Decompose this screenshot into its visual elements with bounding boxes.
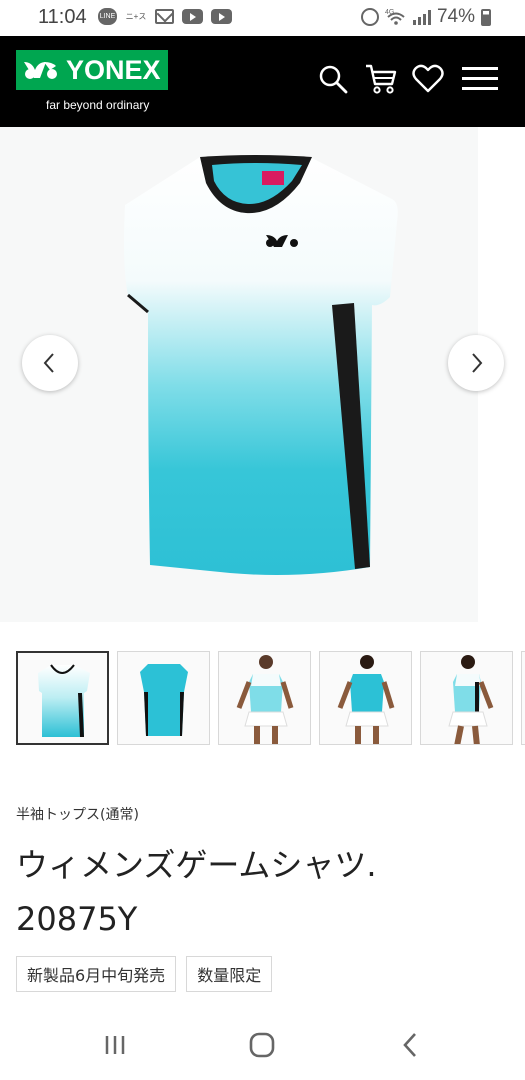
thumbnail-shirt-back[interactable] bbox=[117, 651, 210, 745]
yonex-mark-icon bbox=[24, 62, 57, 79]
tag-new-release: 新製品6月中旬発売 bbox=[16, 956, 177, 992]
back-button[interactable] bbox=[390, 1028, 430, 1062]
status-time: 11:04 bbox=[38, 6, 87, 28]
cart-button[interactable] bbox=[364, 62, 398, 96]
chevron-right-icon bbox=[472, 353, 483, 373]
system-icons: 4G 74% bbox=[360, 6, 491, 28]
site-header: YONEX far beyond ordinary bbox=[0, 36, 525, 127]
menu-icon bbox=[462, 67, 498, 91]
alarm-icon bbox=[360, 8, 379, 26]
previous-image-button[interactable] bbox=[22, 335, 78, 391]
thumbnail-model-back[interactable] bbox=[319, 651, 412, 745]
signal-icon bbox=[412, 9, 431, 25]
thumbnail-shirt-front[interactable] bbox=[16, 651, 109, 745]
menu-button[interactable] bbox=[461, 62, 499, 96]
notification-icons: LINE ニ+ス bbox=[98, 8, 232, 25]
thumbnail-more[interactable] bbox=[521, 651, 525, 745]
line-icon: LINE bbox=[98, 8, 117, 25]
tag-limited-quantity: 数量限定 bbox=[186, 956, 273, 992]
news-icon: ニ+ス bbox=[125, 12, 147, 21]
chevron-left-icon bbox=[43, 353, 54, 373]
status-bar: 11:04 LINE ニ+ス 4G 74% bbox=[0, 0, 525, 36]
heart-icon bbox=[412, 64, 444, 93]
battery-icon bbox=[481, 8, 491, 26]
home-icon bbox=[249, 1032, 275, 1058]
search-button[interactable] bbox=[316, 62, 350, 96]
product-image-carousel[interactable] bbox=[0, 127, 525, 622]
yonex-logo[interactable]: YONEX bbox=[16, 50, 168, 90]
favorites-button[interactable] bbox=[411, 62, 445, 96]
thumbnail-model-front[interactable] bbox=[218, 651, 311, 745]
home-button[interactable] bbox=[242, 1028, 282, 1062]
product-title: ウィメンズゲームシャツ. 20875Y bbox=[16, 838, 506, 946]
brand-tagline: far beyond ordinary bbox=[46, 98, 150, 112]
back-icon bbox=[403, 1033, 416, 1057]
youtube-icon bbox=[211, 9, 232, 24]
brand-name: YONEX bbox=[66, 54, 161, 85]
cart-icon bbox=[366, 64, 397, 94]
battery-percent: 74% bbox=[436, 6, 475, 27]
wifi-icon: 4G bbox=[385, 7, 407, 28]
next-image-button[interactable] bbox=[448, 335, 504, 391]
product-tags: 新製品6月中旬発売 数量限定 bbox=[16, 956, 273, 992]
product-title-text: ウィメンズゲームシャツ. bbox=[16, 846, 377, 884]
system-nav-bar bbox=[0, 1010, 525, 1080]
thumbnail-model-side[interactable] bbox=[420, 651, 513, 745]
recents-icon bbox=[105, 1036, 125, 1054]
youtube-icon bbox=[182, 9, 203, 24]
product-code: 20875Y bbox=[16, 900, 138, 938]
thumbnail-strip bbox=[16, 651, 525, 745]
recents-button[interactable] bbox=[95, 1028, 135, 1062]
mail-icon bbox=[155, 9, 174, 24]
product-category[interactable]: 半袖トップス(通常) bbox=[16, 804, 139, 824]
search-icon bbox=[319, 65, 348, 94]
